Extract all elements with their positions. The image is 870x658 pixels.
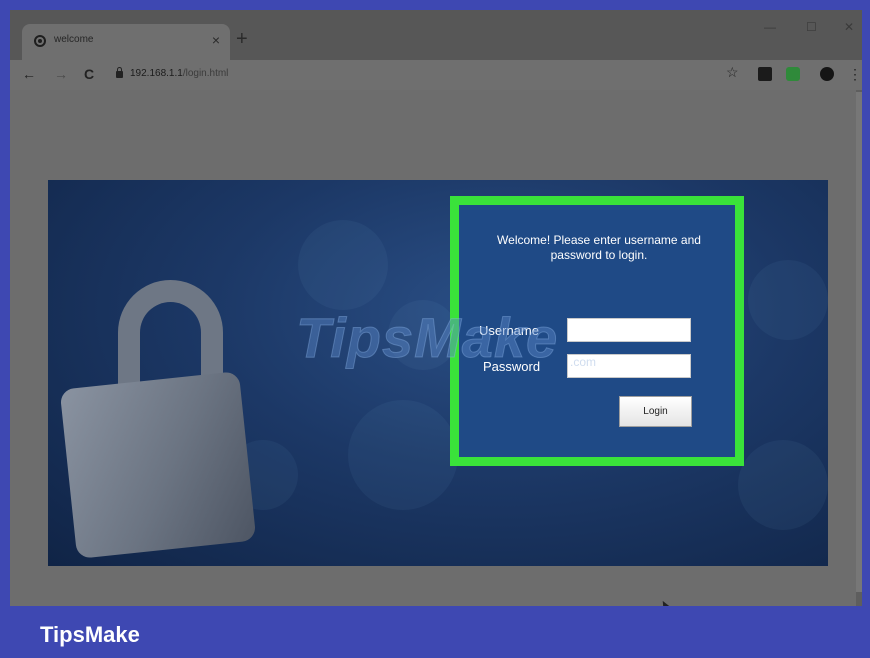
mouse-cursor-icon — [657, 598, 675, 606]
frame-left — [0, 0, 10, 606]
bookmark-star-icon[interactable]: ☆ — [726, 64, 739, 81]
url-path: /login.html — [182, 68, 229, 79]
brand-logo-text: TipsMake — [40, 622, 140, 647]
watermark-suffix: .com — [570, 355, 597, 369]
menu-kebab-icon[interactable]: ⋮ — [848, 66, 862, 83]
frame-top — [0, 0, 870, 10]
padlock-body-graphic — [59, 371, 257, 559]
bokeh-circle — [348, 400, 458, 510]
back-button[interactable]: ← — [22, 66, 36, 82]
maximize-button[interactable]: ☐ — [806, 20, 817, 34]
bokeh-circle — [738, 440, 828, 530]
lock-icon — [116, 67, 123, 78]
url-host: 192.168.1.1 — [130, 68, 183, 79]
welcome-message: Welcome! Please enter username and passw… — [497, 233, 701, 262]
tab-close-icon[interactable]: × — [212, 32, 220, 48]
extension-green-icon[interactable] — [786, 67, 800, 81]
footer-banner: TipsMake — [0, 606, 870, 658]
page-scrollbar[interactable] — [856, 90, 862, 606]
minimize-button[interactable]: — — [764, 20, 776, 34]
username-input[interactable] — [567, 318, 691, 342]
new-tab-button[interactable]: + — [236, 28, 248, 51]
browser-window: welcome × + — ☐ ✕ ← → C 192.168.1.1/logi… — [10, 10, 862, 606]
address-bar[interactable]: 192.168.1.1/login.html — [110, 64, 710, 86]
tab-bar: welcome × + — ☐ ✕ — [10, 10, 862, 60]
tab-title: welcome — [54, 34, 94, 45]
forward-button[interactable]: → — [54, 66, 68, 82]
bokeh-circle — [298, 220, 388, 310]
extension-pdf-icon[interactable] — [758, 67, 772, 81]
globe-icon — [34, 35, 46, 47]
bokeh-circle — [748, 260, 828, 340]
url-text: 192.168.1.1/login.html — [130, 68, 228, 79]
reload-button[interactable]: C — [84, 66, 94, 82]
close-window-button[interactable]: ✕ — [844, 20, 854, 34]
frame-right — [862, 0, 870, 606]
tipsmake-watermark: TipsMake — [295, 306, 559, 370]
browser-toolbar: ← → C 192.168.1.1/login.html ☆ ⋮ — [10, 60, 862, 90]
login-button[interactable]: Login — [619, 396, 692, 427]
browser-tab[interactable]: welcome × — [22, 24, 230, 60]
scrollbar-thumb[interactable] — [856, 92, 862, 592]
profile-avatar-icon[interactable] — [820, 67, 834, 81]
